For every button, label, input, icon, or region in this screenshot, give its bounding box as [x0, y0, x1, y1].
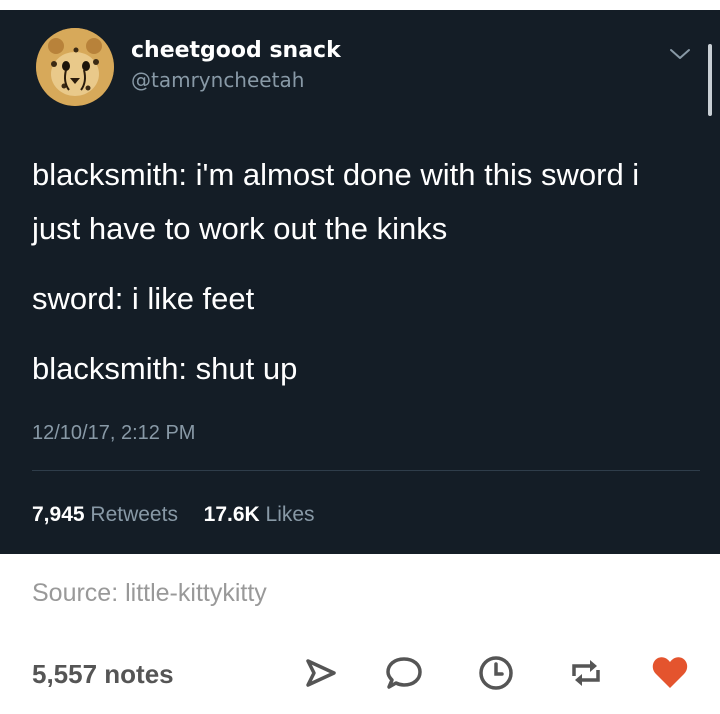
divider: [32, 470, 700, 471]
tweet-stats: 7,945 Retweets 17.6K Likes: [32, 503, 315, 527]
chevron-down-icon[interactable]: [668, 46, 692, 62]
tweet-text: blacksmith: i'm almost done with this sw…: [32, 148, 682, 396]
retweets-count[interactable]: 7,945: [32, 503, 85, 526]
scrollbar[interactable]: [708, 44, 712, 116]
tweet-timestamp[interactable]: 12/10/17, 2:12 PM: [32, 422, 195, 445]
tweet-card: cheetgood snack @tamryncheetah blacksmit…: [0, 10, 720, 554]
heart-icon[interactable]: [650, 652, 690, 694]
user-handle[interactable]: @tamryncheetah: [131, 68, 304, 92]
reblog-icon[interactable]: [566, 652, 606, 694]
display-name[interactable]: cheetgood snack: [131, 38, 341, 63]
retweets-label[interactable]: Retweets: [90, 503, 178, 526]
likes-label[interactable]: Likes: [266, 503, 315, 526]
notes-count[interactable]: 5,557 notes: [32, 659, 174, 690]
likes-count[interactable]: 17.6K: [204, 503, 260, 526]
avatar[interactable]: [36, 28, 114, 106]
source-link[interactable]: Source: little-kittykitty: [32, 579, 267, 608]
share-icon[interactable]: [300, 652, 340, 694]
reply-icon[interactable]: [384, 652, 424, 694]
tweet-line: blacksmith: shut up: [32, 351, 298, 386]
tweet-line: blacksmith: i'm almost done with this sw…: [32, 157, 640, 246]
history-icon[interactable]: [476, 652, 516, 694]
tweet-line: sword: i like feet: [32, 281, 255, 316]
